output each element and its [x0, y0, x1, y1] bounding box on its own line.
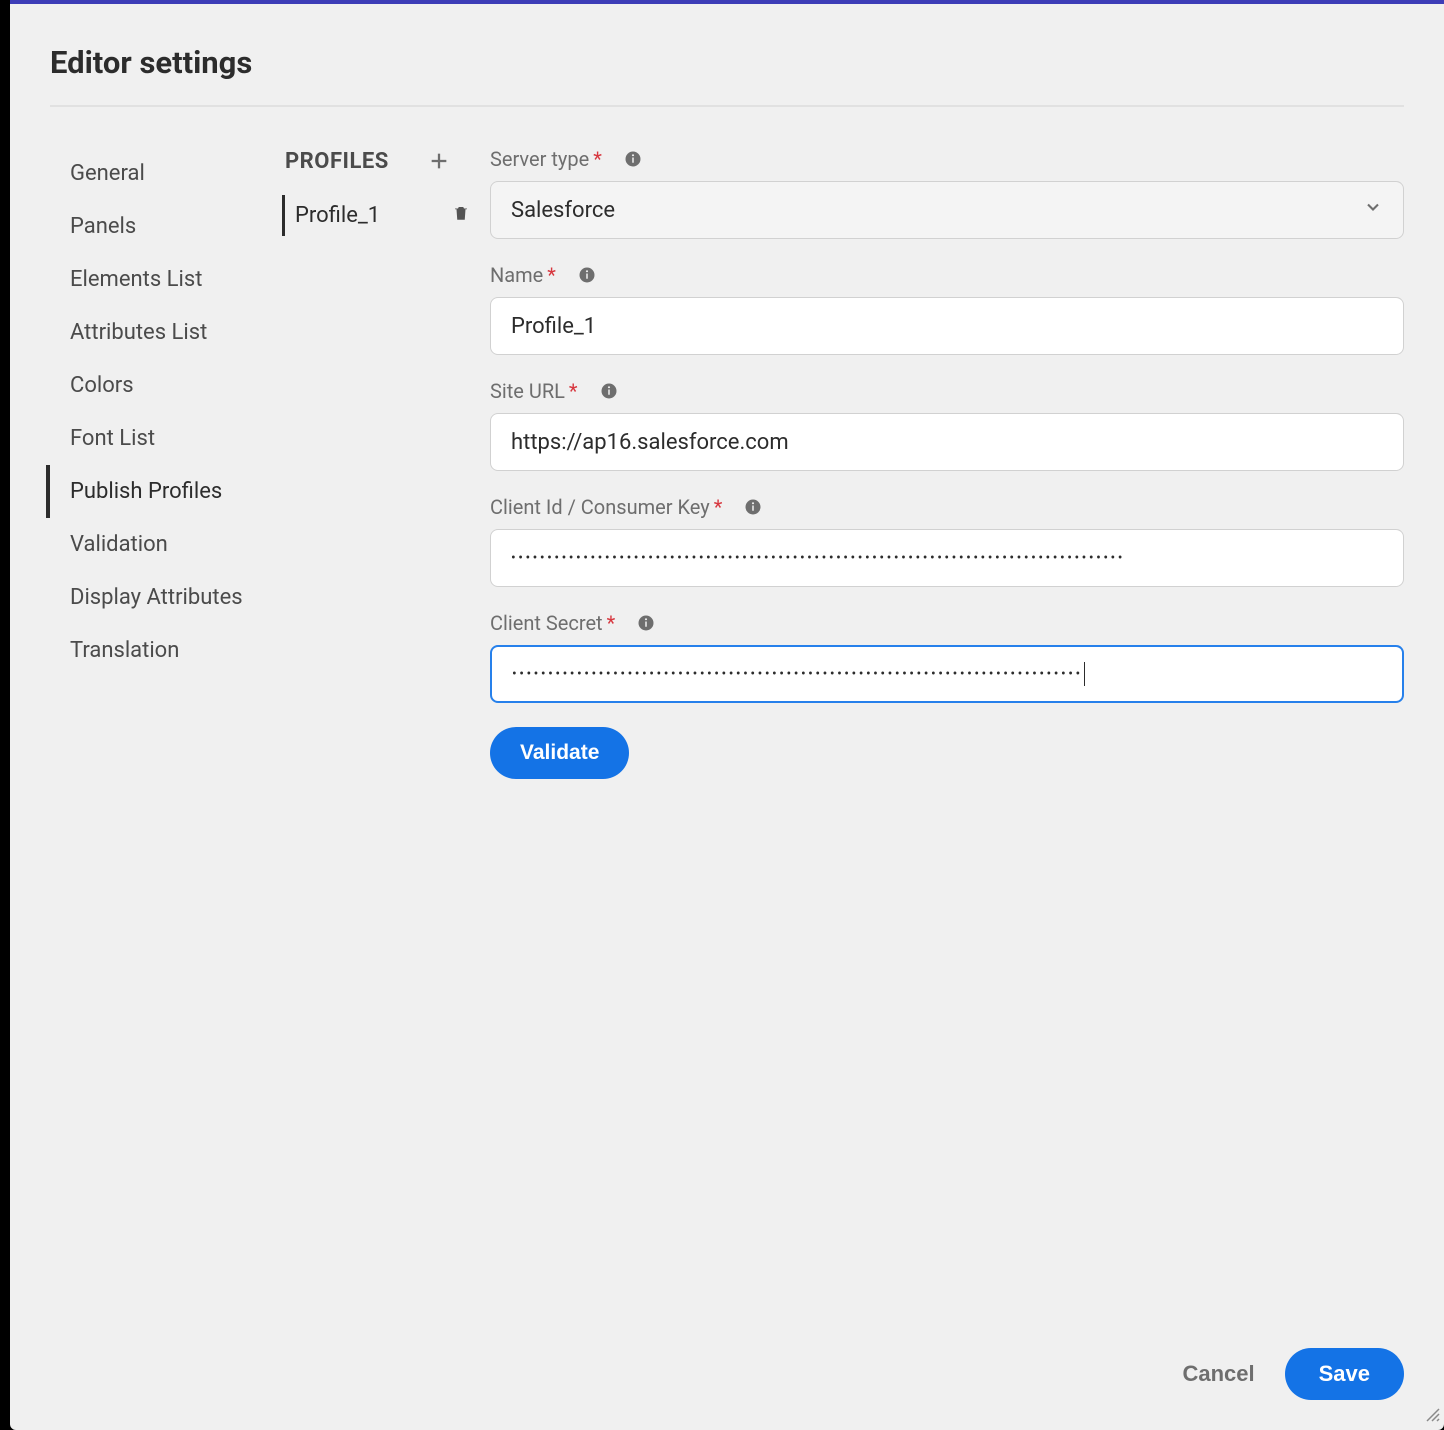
client-id-input[interactable]: ••••••••••••••••••••••••••••••••••••••••…: [490, 529, 1404, 587]
site-url-info[interactable]: [600, 382, 618, 400]
info-icon: [578, 266, 596, 284]
trash-icon: [452, 204, 470, 222]
client-secret-info[interactable]: [637, 614, 655, 632]
add-profile-button[interactable]: [425, 147, 453, 175]
profiles-column: PROFILES Profile_1: [285, 147, 490, 1328]
sidebar-item-elements-list[interactable]: Elements List: [46, 253, 285, 306]
name-input[interactable]: [490, 297, 1404, 355]
sidebar-item-display-attributes[interactable]: Display Attributes: [46, 571, 285, 624]
sidebar-item-panels[interactable]: Panels: [46, 200, 285, 253]
server-type-value: Salesforce: [511, 198, 615, 223]
profiles-header: PROFILES: [285, 147, 490, 195]
sidebar-item-publish-profiles[interactable]: Publish Profiles: [46, 465, 285, 518]
server-type-field: Server type * Salesforce: [490, 147, 1404, 239]
server-type-info[interactable]: [624, 150, 642, 168]
client-id-info[interactable]: [744, 498, 762, 516]
sidebar-item-validation[interactable]: Validation: [46, 518, 285, 571]
save-button[interactable]: Save: [1285, 1348, 1404, 1400]
profiles-heading: PROFILES: [285, 149, 389, 174]
info-icon: [637, 614, 655, 632]
profile-item-label: Profile_1: [295, 203, 380, 228]
server-type-label: Server type: [490, 147, 589, 171]
delete-profile-button[interactable]: [452, 203, 470, 228]
validate-button[interactable]: Validate: [490, 727, 629, 779]
dialog-title: Editor settings: [50, 44, 1404, 81]
server-type-select[interactable]: Salesforce: [490, 181, 1404, 239]
chevron-down-icon: [1363, 197, 1383, 223]
site-url-field: Site URL *: [490, 379, 1404, 471]
client-secret-label: Client Secret: [490, 611, 603, 635]
client-id-label: Client Id / Consumer Key: [490, 495, 710, 519]
profile-list-item[interactable]: Profile_1: [282, 195, 490, 236]
dialog-content: General Panels Elements List Attributes …: [10, 107, 1444, 1328]
client-secret-input[interactable]: ••••••••••••••••••••••••••••••••••••••••…: [490, 645, 1404, 703]
text-caret: [1084, 662, 1085, 686]
required-indicator: *: [593, 147, 602, 171]
editor-settings-dialog: Editor settings General Panels Elements …: [10, 0, 1444, 1430]
info-icon: [600, 382, 618, 400]
info-icon: [624, 150, 642, 168]
required-indicator: *: [607, 611, 616, 635]
sidebar-item-translation[interactable]: Translation: [46, 624, 285, 677]
required-indicator: *: [714, 495, 723, 519]
site-url-input[interactable]: [490, 413, 1404, 471]
plus-icon: [428, 150, 450, 172]
client-id-value: ••••••••••••••••••••••••••••••••••••••••…: [511, 550, 1125, 566]
cancel-button[interactable]: Cancel: [1182, 1361, 1254, 1387]
sidebar-item-general[interactable]: General: [46, 147, 285, 200]
required-indicator: *: [547, 263, 556, 287]
name-label: Name: [490, 263, 543, 287]
site-url-label: Site URL: [490, 379, 565, 403]
client-id-field: Client Id / Consumer Key * •••••••••••••…: [490, 495, 1404, 587]
dialog-header: Editor settings: [10, 4, 1444, 105]
info-icon: [744, 498, 762, 516]
sidebar-item-font-list[interactable]: Font List: [46, 412, 285, 465]
required-indicator: *: [569, 379, 578, 403]
client-secret-field: Client Secret * ••••••••••••••••••••••••…: [490, 611, 1404, 703]
name-field: Name *: [490, 263, 1404, 355]
settings-sidebar: General Panels Elements List Attributes …: [50, 147, 285, 1328]
profile-form: Server type * Salesforce Name *: [490, 147, 1404, 1328]
sidebar-item-colors[interactable]: Colors: [46, 359, 285, 412]
client-secret-value: ••••••••••••••••••••••••••••••••••••••••…: [512, 666, 1083, 682]
sidebar-item-attributes-list[interactable]: Attributes List: [46, 306, 285, 359]
name-info[interactable]: [578, 266, 596, 284]
resize-grip-icon[interactable]: [1424, 1406, 1440, 1426]
dialog-footer: Cancel Save: [10, 1328, 1444, 1430]
